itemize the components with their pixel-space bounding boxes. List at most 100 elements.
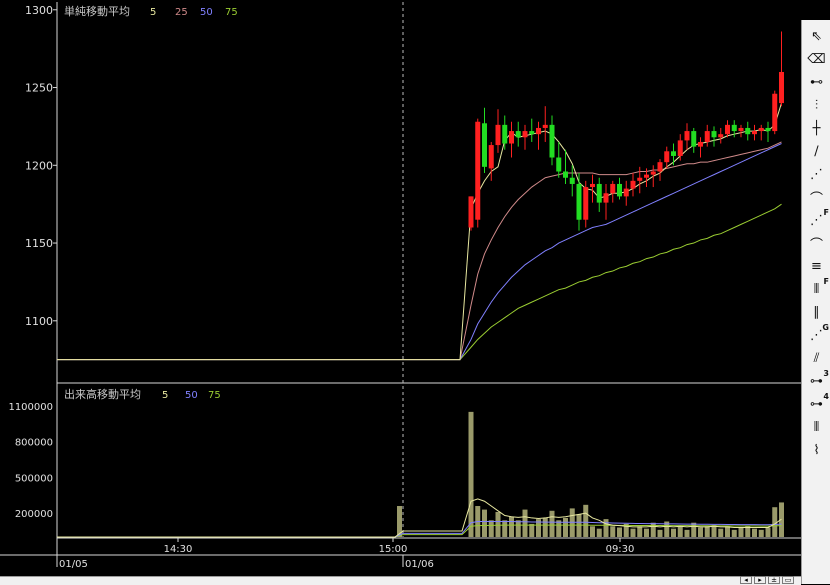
ma5-line (57, 102, 782, 361)
volume-bar (509, 516, 514, 537)
candle-up (772, 93, 778, 132)
volume-bar (576, 514, 582, 537)
volume-bar (657, 529, 663, 537)
gann-fan-icon[interactable]: ⋰ G (804, 323, 829, 345)
volume-bar (515, 520, 521, 537)
volume-bar (684, 529, 690, 537)
three-line-icon-sub: 3 (823, 369, 829, 378)
candle-down (596, 183, 602, 203)
chart-frame (0, 2, 801, 556)
gann-fan-icon-sub: G (822, 323, 829, 332)
four-line-icon-glyph: ⊶ (810, 396, 823, 412)
volume-bar (637, 526, 643, 537)
volume-bar (731, 529, 737, 537)
candle-up (610, 183, 616, 194)
time-tick-label: 14:30 (164, 544, 193, 555)
candle-down (731, 124, 737, 132)
candle-down (569, 177, 575, 184)
vertical-line-icon[interactable]: ⫶ (804, 95, 829, 115)
four-line-icon-sub: 4 (823, 392, 829, 401)
grid-lines (53, 2, 621, 567)
price-tick-label: 1300 (25, 4, 53, 17)
candle-down (671, 151, 676, 156)
fibonacci-retracement-icon-glyph: ≡ (811, 258, 822, 274)
candle-up (536, 127, 541, 135)
candle-down (765, 127, 771, 132)
volume-legend-period: 5 (162, 390, 168, 401)
candle-down (549, 124, 555, 158)
fibonacci-retracement-icon[interactable]: ≡ (804, 256, 829, 276)
candle-up (664, 151, 670, 163)
candle-up (603, 193, 609, 203)
fan-line-icon-glyph: ⋰ (810, 166, 823, 182)
fibonacci-arc-icon[interactable]: ⌒ (804, 233, 829, 253)
candle-up (718, 134, 724, 138)
volume-bar (603, 519, 609, 537)
price-tick-label: 1150 (25, 237, 53, 250)
candle-up (738, 127, 744, 132)
candle-up (522, 131, 528, 138)
three-line-icon[interactable]: ⊶ 3 (804, 369, 829, 391)
drawing-toolbar: ⇖ ⌫ ⊷ ⫶ ┼ ∕ ⋰ ⌒ ⋰ F ⌒ ≡ ⦀ F ∥ ⋰ G ⫽ ⊶ 3 ⊶ 4 ⦀ ⌇ (801, 20, 830, 584)
scroll-left-button[interactable]: ◂ (740, 576, 752, 584)
candle-up (758, 127, 764, 132)
volume-bar (630, 528, 636, 537)
cross-line-icon-glyph: ┼ (812, 120, 821, 136)
parallel-line-icon[interactable]: ∥ (804, 302, 829, 322)
fibonacci-fan-icon[interactable]: ⋰ F (804, 208, 829, 230)
chart-root: 1100 1150 1200 1250 1300 200000 500000 800000 11… (0, 2, 801, 570)
fibonacci-fan-icon-sub: F (823, 208, 829, 217)
time-tick-label: 15:00 (379, 544, 408, 555)
fibonacci-time-icon-sub: F (823, 277, 829, 286)
axis-labels: 1100 1150 1200 1250 1300 200000 500000 800000 11… (8, 4, 634, 570)
candle-down (482, 123, 487, 167)
volume-bar (671, 528, 676, 537)
cycle-line-icon[interactable]: ⦀ (804, 417, 829, 437)
arc-icon-glyph: ⌒ (809, 191, 823, 207)
cursor-icon-glyph: ⇖ (811, 28, 822, 44)
volume-bar (542, 517, 548, 537)
cursor-icon[interactable]: ⇖ (804, 26, 829, 46)
cycle-line-icon-glyph: ⦀ (813, 419, 820, 435)
price-tick-label: 1100 (25, 315, 53, 328)
fan-line-icon[interactable]: ⋰ (804, 164, 829, 184)
arc-icon[interactable]: ⌒ (804, 187, 829, 207)
volume-bar (617, 527, 622, 537)
fibonacci-time-icon[interactable]: ⦀ F (804, 277, 829, 299)
four-line-icon[interactable]: ⊶ 4 (804, 392, 829, 414)
cross-line-icon[interactable]: ┼ (804, 118, 829, 138)
speed-line-icon[interactable]: ⫽ (804, 348, 829, 368)
horizontal-line-icon[interactable]: ⊷ (804, 72, 829, 92)
vertical-line-icon-glyph: ⫶ (814, 97, 819, 113)
zoom-button[interactable]: ± (768, 576, 780, 584)
candle-up (590, 183, 595, 188)
candle-down (556, 157, 562, 172)
candle-down (576, 183, 582, 220)
volume-bars (57, 411, 784, 538)
volume-bar (765, 527, 771, 537)
volume-legend-period: 75 (208, 390, 221, 401)
window-button[interactable]: ▭ (782, 576, 794, 584)
candle-down (529, 131, 535, 135)
eraser-icon[interactable]: ⌫ (804, 49, 829, 69)
volume-bar (583, 504, 589, 537)
volume-bar (758, 529, 764, 537)
price-legend-title: 単純移動平均 (64, 4, 130, 18)
candle-down (502, 124, 508, 144)
trend-line-icon[interactable]: ∕ (804, 141, 829, 161)
candle-up (677, 140, 683, 156)
candle-up (630, 180, 636, 189)
date-tick-label: 01/06 (405, 559, 434, 570)
candle-down (515, 131, 521, 138)
speed-line-icon-glyph: ⫽ (813, 350, 820, 366)
candle-down (745, 127, 751, 135)
fibonacci-fan-icon-glyph: ⋰ (810, 212, 823, 228)
candle-up (698, 141, 703, 147)
wave-icon[interactable]: ⌇ (804, 440, 829, 460)
candles (468, 31, 784, 231)
time-tick-label: 09:30 (606, 544, 635, 555)
volume-bar (563, 517, 568, 537)
scroll-right-button[interactable]: ▸ (754, 576, 766, 584)
price-legend-period: 25 (175, 7, 188, 18)
volume-bar (468, 411, 474, 537)
